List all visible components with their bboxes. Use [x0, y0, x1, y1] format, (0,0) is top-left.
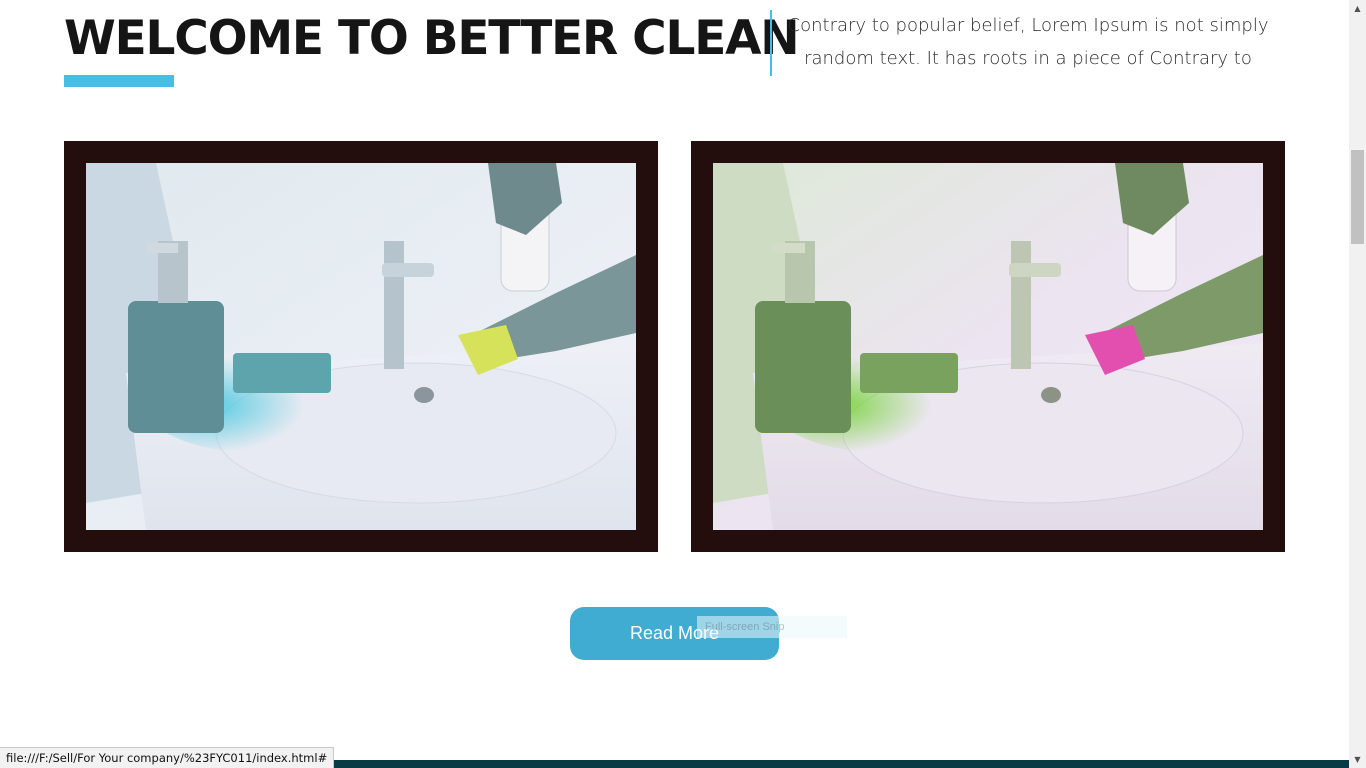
scroll-up-icon[interactable]: ▲ — [1349, 0, 1366, 17]
page: WELCOME TO BETTER CLEAN Contrary to popu… — [0, 0, 1366, 768]
gallery-image-2 — [713, 163, 1263, 530]
vertical-divider — [770, 10, 772, 76]
vertical-scrollbar[interactable]: ▲ ▼ — [1349, 0, 1366, 768]
title-underline — [64, 75, 174, 87]
snip-tooltip: Full-screen Snip — [697, 616, 847, 638]
status-bar-url: file:///F:/Sell/For Your company/%23FYC0… — [0, 747, 335, 768]
intro-paragraph: Contrary to popular belief, Lorem Ipsum … — [787, 15, 1269, 69]
scroll-thumb[interactable] — [1351, 150, 1364, 244]
section-title: WELCOME TO BETTER CLEAN — [64, 11, 800, 66]
gallery-image-frame-2 — [691, 141, 1285, 552]
gallery-image-frame-1 — [64, 141, 658, 552]
scroll-down-icon[interactable]: ▼ — [1349, 751, 1366, 768]
gallery-image-1 — [86, 163, 636, 530]
